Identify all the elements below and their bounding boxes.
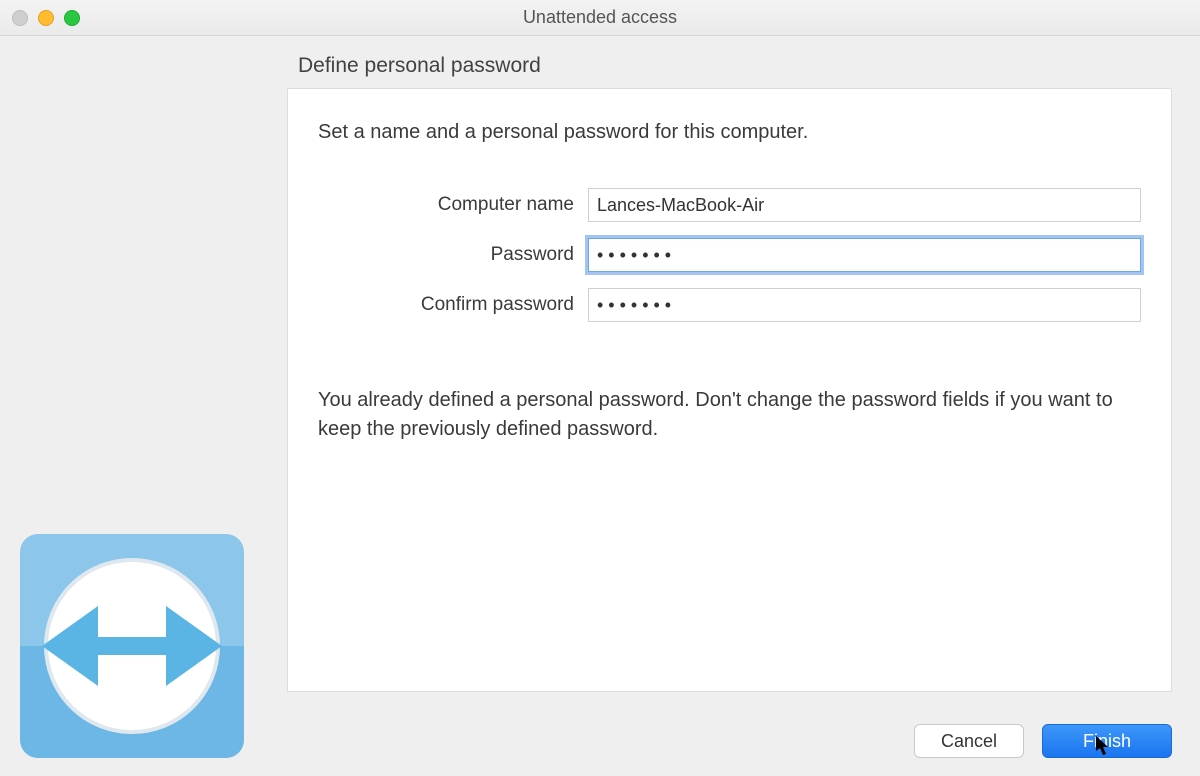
cancel-button[interactable]: Cancel (914, 724, 1024, 758)
minimize-icon[interactable] (38, 10, 54, 26)
titlebar: Unattended access (0, 0, 1200, 36)
close-icon[interactable] (12, 10, 28, 26)
intro-text: Set a name and a personal password for t… (318, 121, 1141, 144)
confirm-password-input[interactable] (588, 288, 1141, 322)
window-title: Unattended access (0, 7, 1200, 28)
teamviewer-logo-icon (20, 534, 244, 758)
window-controls (12, 10, 80, 26)
row-computer-name: Computer name (318, 188, 1141, 222)
finish-button[interactable]: Finish (1042, 724, 1172, 758)
main-panel: Set a name and a personal password for t… (287, 88, 1172, 692)
row-confirm-password: Confirm password (318, 288, 1141, 322)
button-row: Cancel Finish (914, 724, 1172, 758)
password-label: Password (318, 244, 588, 266)
computer-name-label: Computer name (318, 194, 588, 216)
row-password: Password (318, 238, 1141, 272)
computer-name-input[interactable] (588, 188, 1141, 222)
maximize-icon[interactable] (64, 10, 80, 26)
confirm-password-label: Confirm password (318, 294, 588, 316)
password-input[interactable] (588, 238, 1141, 272)
note-text: You already defined a personal password.… (318, 386, 1133, 444)
page-subheader: Define personal password (0, 36, 1200, 86)
